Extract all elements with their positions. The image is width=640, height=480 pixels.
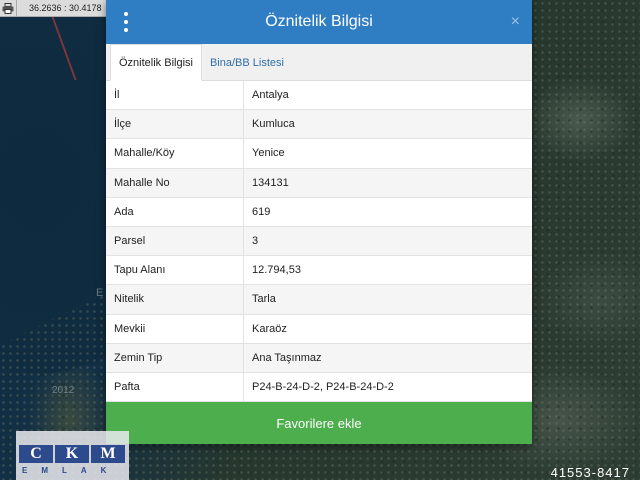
table-row: Nitelik Tarla [106, 285, 532, 315]
row-key: İl [106, 81, 244, 110]
table-row: Tapu Alanı 12.794,53 [106, 256, 532, 286]
modal-title: Öznitelik Bilgisi [265, 13, 373, 30]
attribute-table: İl Antalya İlçe Kumluca Mahalle/Köy Yenice … [106, 81, 532, 402]
row-key: Nitelik [106, 285, 244, 314]
tab-attribute-info[interactable]: Öznitelik Bilgisi [110, 44, 202, 81]
table-row: Mahalle No 134131 [106, 168, 532, 198]
table-row: İl Antalya [106, 81, 532, 111]
kebab-menu-icon[interactable] [122, 12, 130, 32]
logo-subtitle: EMLAK [22, 466, 121, 475]
table-row: Ada 619 [106, 197, 532, 227]
row-key: Mahalle/Köy [106, 139, 244, 168]
table-row: Pafta P24-B-24-D-2, P24-B-24-D-2 [106, 372, 532, 402]
row-value: Ana Taşınmaz [252, 351, 322, 364]
row-key: Tapu Alanı [106, 256, 244, 285]
printer-icon[interactable] [0, 0, 17, 16]
row-value: Antalya [252, 89, 289, 102]
logo-letter: K [55, 445, 89, 463]
coordinate-readout: 36.2636 : 30.4178 [29, 3, 102, 13]
row-value: 619 [252, 205, 271, 218]
logo-letters: C K M [19, 445, 125, 463]
row-value: 3 [252, 235, 259, 248]
row-value: Kumluca [252, 118, 295, 131]
tab-bar: Öznitelik Bilgisi Bina/BB Listesi [106, 44, 532, 81]
table-row: Zemin Tip Ana Taşınmaz [106, 343, 532, 373]
row-value: Tarla [252, 293, 276, 306]
tab-building-list[interactable]: Bina/BB Listesi [202, 45, 292, 80]
row-value: 134131 [252, 176, 289, 189]
table-row: Parsel 3 [106, 226, 532, 257]
attribute-info-modal: Öznitelik Bilgisi × Öznitelik Bilgisi Bi… [106, 0, 532, 444]
row-value: 12.794,53 [252, 264, 301, 277]
row-key: Parsel [106, 226, 244, 256]
map-label-year: 2012 [52, 385, 75, 396]
row-key: Mahalle No [106, 168, 244, 197]
row-key: Pafta [106, 372, 244, 402]
row-key: Ada [106, 197, 244, 226]
table-row: Mahalle/Köy Yenice [106, 139, 532, 169]
row-key: Zemin Tip [106, 343, 244, 372]
ckm-emlak-logo: C K M EMLAK [16, 431, 129, 480]
row-value: P24-B-24-D-2, P24-B-24-D-2 [252, 380, 394, 393]
logo-letter: M [91, 445, 125, 463]
modal-header: Öznitelik Bilgisi × [106, 0, 532, 44]
table-row: Mevkii Karaöz [106, 314, 532, 344]
row-key: Mevkii [106, 314, 244, 343]
logo-letter: C [19, 445, 53, 463]
row-key: İlçe [106, 110, 244, 139]
close-icon[interactable]: × [511, 12, 520, 32]
row-value: Karaöz [252, 322, 287, 335]
add-to-favorites-button[interactable]: Favorilere ekle [106, 402, 532, 444]
listing-number: 41553-8417 [550, 465, 630, 480]
map-toolbar: 36.2636 : 30.4178 [0, 0, 106, 17]
map-label: E [96, 287, 104, 299]
table-row: İlçe Kumluca [106, 110, 532, 140]
row-value: Yenice [252, 147, 285, 160]
